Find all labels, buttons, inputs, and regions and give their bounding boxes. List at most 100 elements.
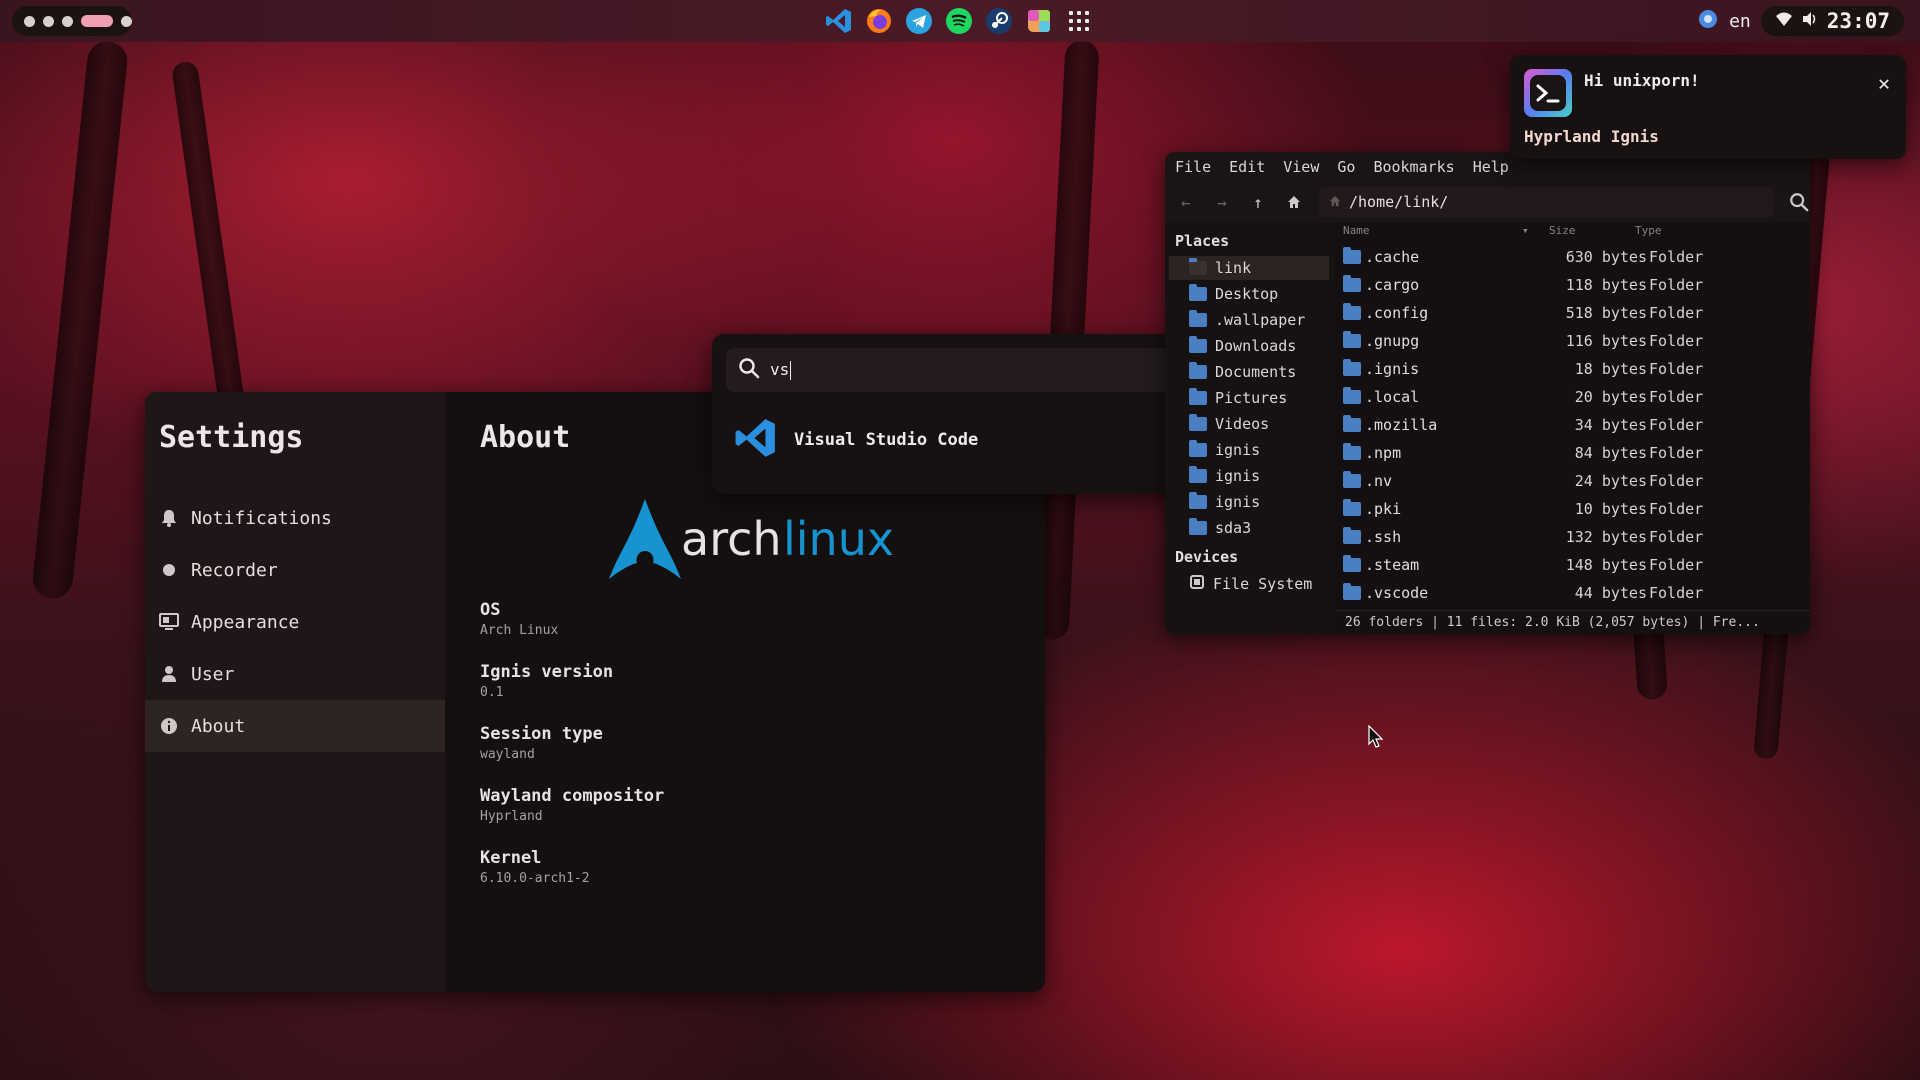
table-row[interactable]: .cargo 118 bytes Folder [1337,272,1810,298]
notification-title: Hi unixporn! [1584,71,1700,90]
place-link[interactable]: link [1169,256,1329,280]
info-label: Session type [480,724,603,744]
place-wallpaper[interactable]: .wallpaper [1169,308,1329,332]
place-desktop[interactable]: Desktop [1169,282,1329,306]
info-value: 0.1 [480,685,504,700]
notification-popup[interactable]: Hi unixporn! Hyprland Ignis ✕ [1510,55,1906,159]
workspace-indicator[interactable] [12,6,132,36]
photos-icon[interactable] [1024,6,1054,36]
app-launcher: vs Visual Studio Code [712,334,1198,494]
menu-bookmarks[interactable]: Bookmarks [1373,158,1454,176]
file-size: 10 bytes [1574,500,1647,518]
menu-go[interactable]: Go [1337,158,1355,176]
table-row[interactable]: .ssh 132 bytes Folder [1337,524,1810,550]
table-row[interactable]: .nv 24 bytes Folder [1337,468,1810,494]
place-ignis[interactable]: ignis [1169,438,1329,462]
workspace-active[interactable] [81,15,113,27]
launcher-search-input[interactable]: vs [726,348,1184,392]
workspace-dot[interactable] [43,15,54,27]
column-type[interactable]: Type [1635,224,1662,237]
app-grid-icon[interactable] [1064,6,1094,36]
info-wayland-compositor: Wayland compositor Hyprland [480,786,664,824]
toolbar: ← → ↑ /home/link/ [1165,182,1810,222]
table-row[interactable]: .cache 630 bytes Folder [1337,244,1810,270]
folder-icon [1343,471,1361,488]
table-row[interactable]: .config 518 bytes Folder [1337,300,1810,326]
sidebar-item-label: Notifications [191,507,332,529]
devices-heading: Devices [1175,548,1239,566]
telegram-icon[interactable] [904,6,934,36]
sidebar-item-recorder[interactable]: Recorder [145,544,445,596]
search-icon [738,357,760,383]
volume-icon[interactable] [1801,11,1819,31]
table-row[interactable]: .steam 148 bytes Folder [1337,552,1810,578]
folder-icon [1343,303,1361,320]
location-bar[interactable]: /home/link/ [1319,187,1774,217]
place-ignis[interactable]: ignis [1169,490,1329,514]
file-name: .cache [1365,248,1420,266]
table-row[interactable]: .npm 84 bytes Folder [1337,440,1810,466]
place-pictures[interactable]: Pictures [1169,386,1329,410]
menu-edit[interactable]: Edit [1229,158,1265,176]
table-row[interactable]: .mozilla 34 bytes Folder [1337,412,1810,438]
table-row[interactable]: .gnupg 116 bytes Folder [1337,328,1810,354]
column-name[interactable]: Name [1343,224,1370,237]
table-row[interactable]: .pki 10 bytes Folder [1337,496,1810,522]
sidebar-item-appearance[interactable]: Appearance [145,596,445,648]
file-size: 84 bytes [1574,444,1647,462]
home-icon[interactable] [1283,191,1305,213]
workspace-dot[interactable] [24,15,35,27]
search-query[interactable]: vs [770,360,792,380]
table-row[interactable]: .vscode 44 bytes Folder [1337,580,1810,606]
file-size: 630 bytes [1565,248,1647,266]
column-size[interactable]: Size [1549,224,1576,237]
close-icon[interactable]: ✕ [1878,71,1890,95]
clock[interactable]: 23:07 [1827,9,1890,33]
spotify-icon[interactable] [944,6,974,36]
status-pill[interactable]: 23:07 [1760,6,1904,36]
mouse-pointer-icon [1368,724,1384,753]
sidebar-item-user[interactable]: User [145,648,445,700]
file-type: Folder [1649,528,1704,546]
place-label: Desktop [1215,285,1279,303]
user-icon [159,665,179,683]
workspace-dot[interactable] [62,15,73,27]
sidebar-item-about[interactable]: About [145,700,445,752]
folder-icon [1343,247,1361,264]
place-label: Videos [1215,415,1270,433]
up-arrow-icon[interactable]: ↑ [1247,191,1269,213]
back-arrow-icon[interactable]: ← [1175,191,1197,213]
sort-descending-icon[interactable]: ▾ [1522,224,1529,237]
workspace-dot[interactable] [121,15,132,27]
file-type: Folder [1649,584,1704,602]
keyboard-layout[interactable]: en [1729,11,1751,32]
location-path[interactable]: /home/link/ [1349,193,1448,211]
table-row[interactable]: .local 20 bytes Folder [1337,384,1810,410]
menu-view[interactable]: View [1283,158,1319,176]
forward-arrow-icon[interactable]: → [1211,191,1233,213]
file-type: Folder [1649,416,1704,434]
svg-text:linux: linux [783,512,894,566]
place-documents[interactable]: Documents [1169,360,1329,384]
table-row[interactable]: .ignis 18 bytes Folder [1337,356,1810,382]
notification-body: Hyprland Ignis [1524,127,1659,146]
place-ignis[interactable]: ignis [1169,464,1329,488]
menu-help[interactable]: Help [1473,158,1509,176]
sidebar-item-notifications[interactable]: Notifications [145,492,445,544]
folder-icon [1189,466,1207,483]
place-downloads[interactable]: Downloads [1169,334,1329,358]
launcher-result-item[interactable]: Visual Studio Code [726,410,1184,470]
device-file-system[interactable]: File System [1169,572,1329,596]
file-list-header: Name ▾ Size Type [1337,222,1810,242]
folder-icon [1189,518,1207,535]
vscode-icon[interactable] [824,6,854,36]
place-sda3[interactable]: sda3 [1169,516,1329,540]
search-icon[interactable] [1788,191,1810,213]
tray-app-icon[interactable] [1697,8,1719,34]
firefox-icon[interactable] [864,6,894,36]
place-label: ignis [1215,493,1261,511]
menu-file[interactable]: File [1175,158,1211,176]
wifi-icon[interactable] [1775,11,1793,31]
place-videos[interactable]: Videos [1169,412,1329,436]
steam-icon[interactable] [984,6,1014,36]
